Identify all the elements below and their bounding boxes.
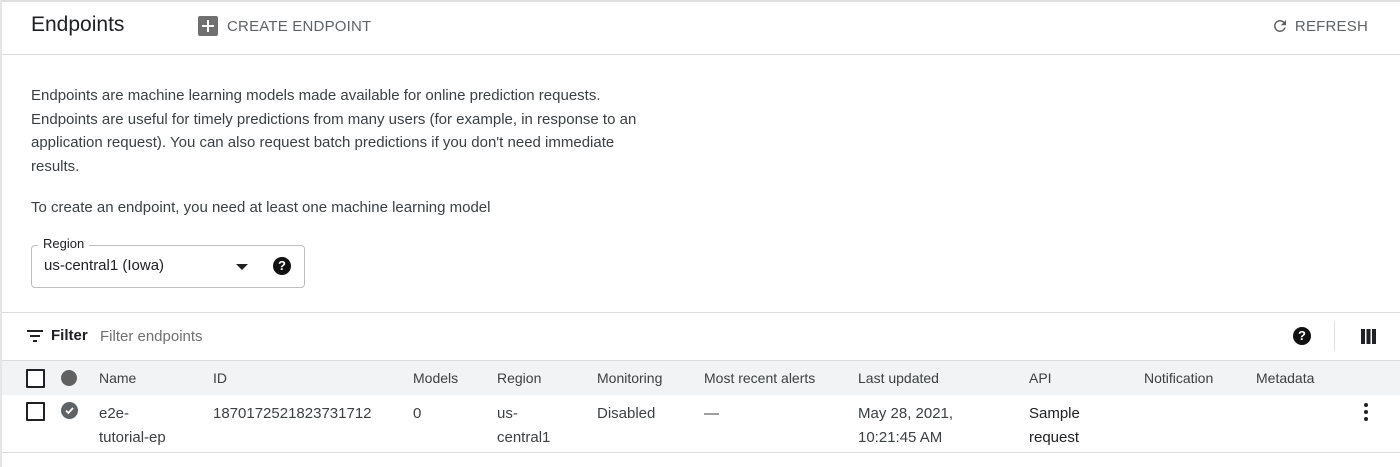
endpoint-monitoring: Disabled bbox=[597, 405, 656, 422]
region-label: Region bbox=[38, 236, 90, 251]
sample-request-link[interactable]: Sample request bbox=[1029, 402, 1099, 450]
endpoint-alerts: — bbox=[704, 405, 719, 422]
page-title: Endpoints bbox=[31, 13, 125, 36]
row-checkbox[interactable] bbox=[26, 402, 45, 421]
region-help-icon[interactable]: ? bbox=[273, 257, 291, 275]
endpoint-region: us-central1 bbox=[497, 405, 551, 446]
create-endpoint-label: CREATE ENDPOINT bbox=[227, 17, 372, 35]
filter-icon[interactable] bbox=[27, 330, 43, 342]
endpoint-last-updated: May 28, 2021, 10:21:45 AM bbox=[858, 405, 954, 446]
toolbar-divider bbox=[1334, 321, 1335, 351]
create-endpoint-hint: To create an endpoint, you need at least… bbox=[31, 199, 491, 216]
top-border bbox=[0, 0, 1400, 2]
refresh-button[interactable]: REFRESH bbox=[1271, 15, 1368, 37]
endpoint-name-link[interactable]: e2e-tutorial-ep bbox=[99, 402, 179, 450]
select-all-checkbox[interactable] bbox=[26, 369, 45, 388]
create-endpoint-button[interactable]: CREATE ENDPOINT bbox=[198, 15, 371, 37]
column-header-metadata[interactable]: Metadata bbox=[1256, 370, 1314, 386]
dropdown-arrow-icon[interactable] bbox=[236, 264, 248, 270]
column-header-region[interactable]: Region bbox=[497, 370, 541, 386]
refresh-icon bbox=[1273, 19, 1286, 32]
endpoints-description: Endpoints are machine learning models ma… bbox=[31, 87, 637, 175]
column-header-name[interactable]: Name bbox=[99, 370, 136, 386]
column-header-models[interactable]: Models bbox=[413, 370, 458, 386]
refresh-label: REFRESH bbox=[1294, 17, 1368, 35]
region-select[interactable]: Region us-central1 (Iowa) ? bbox=[31, 236, 305, 288]
filter-input[interactable] bbox=[100, 324, 500, 348]
endpoint-models: 0 bbox=[413, 405, 422, 422]
filter-label[interactable]: Filter bbox=[51, 327, 88, 344]
plus-box-icon bbox=[198, 16, 218, 36]
column-header-last-updated[interactable]: Last updated bbox=[858, 370, 939, 386]
region-value: us-central1 (Iowa) bbox=[44, 257, 165, 274]
section-divider bbox=[2, 312, 1400, 313]
column-header-id[interactable]: ID bbox=[213, 370, 227, 386]
table-header: Name ID Models Region Monitoring Most re… bbox=[2, 360, 1400, 396]
check-circle-icon bbox=[61, 402, 78, 419]
table-help-icon[interactable]: ? bbox=[1293, 327, 1311, 345]
column-display-icon[interactable] bbox=[1361, 329, 1376, 344]
column-header-notification[interactable]: Notification bbox=[1144, 370, 1213, 386]
column-header-monitoring[interactable]: Monitoring bbox=[597, 370, 662, 386]
column-header-alerts[interactable]: Most recent alerts bbox=[704, 370, 815, 386]
status-column-icon bbox=[61, 370, 77, 386]
column-header-api[interactable]: API bbox=[1029, 370, 1052, 386]
more-vert-icon[interactable] bbox=[1360, 403, 1372, 425]
table-row: e2e-tutorial-ep 1870172521823731712 0 us… bbox=[2, 395, 1400, 453]
endpoint-id: 1870172521823731712 bbox=[213, 405, 372, 422]
header-divider bbox=[2, 54, 1400, 55]
